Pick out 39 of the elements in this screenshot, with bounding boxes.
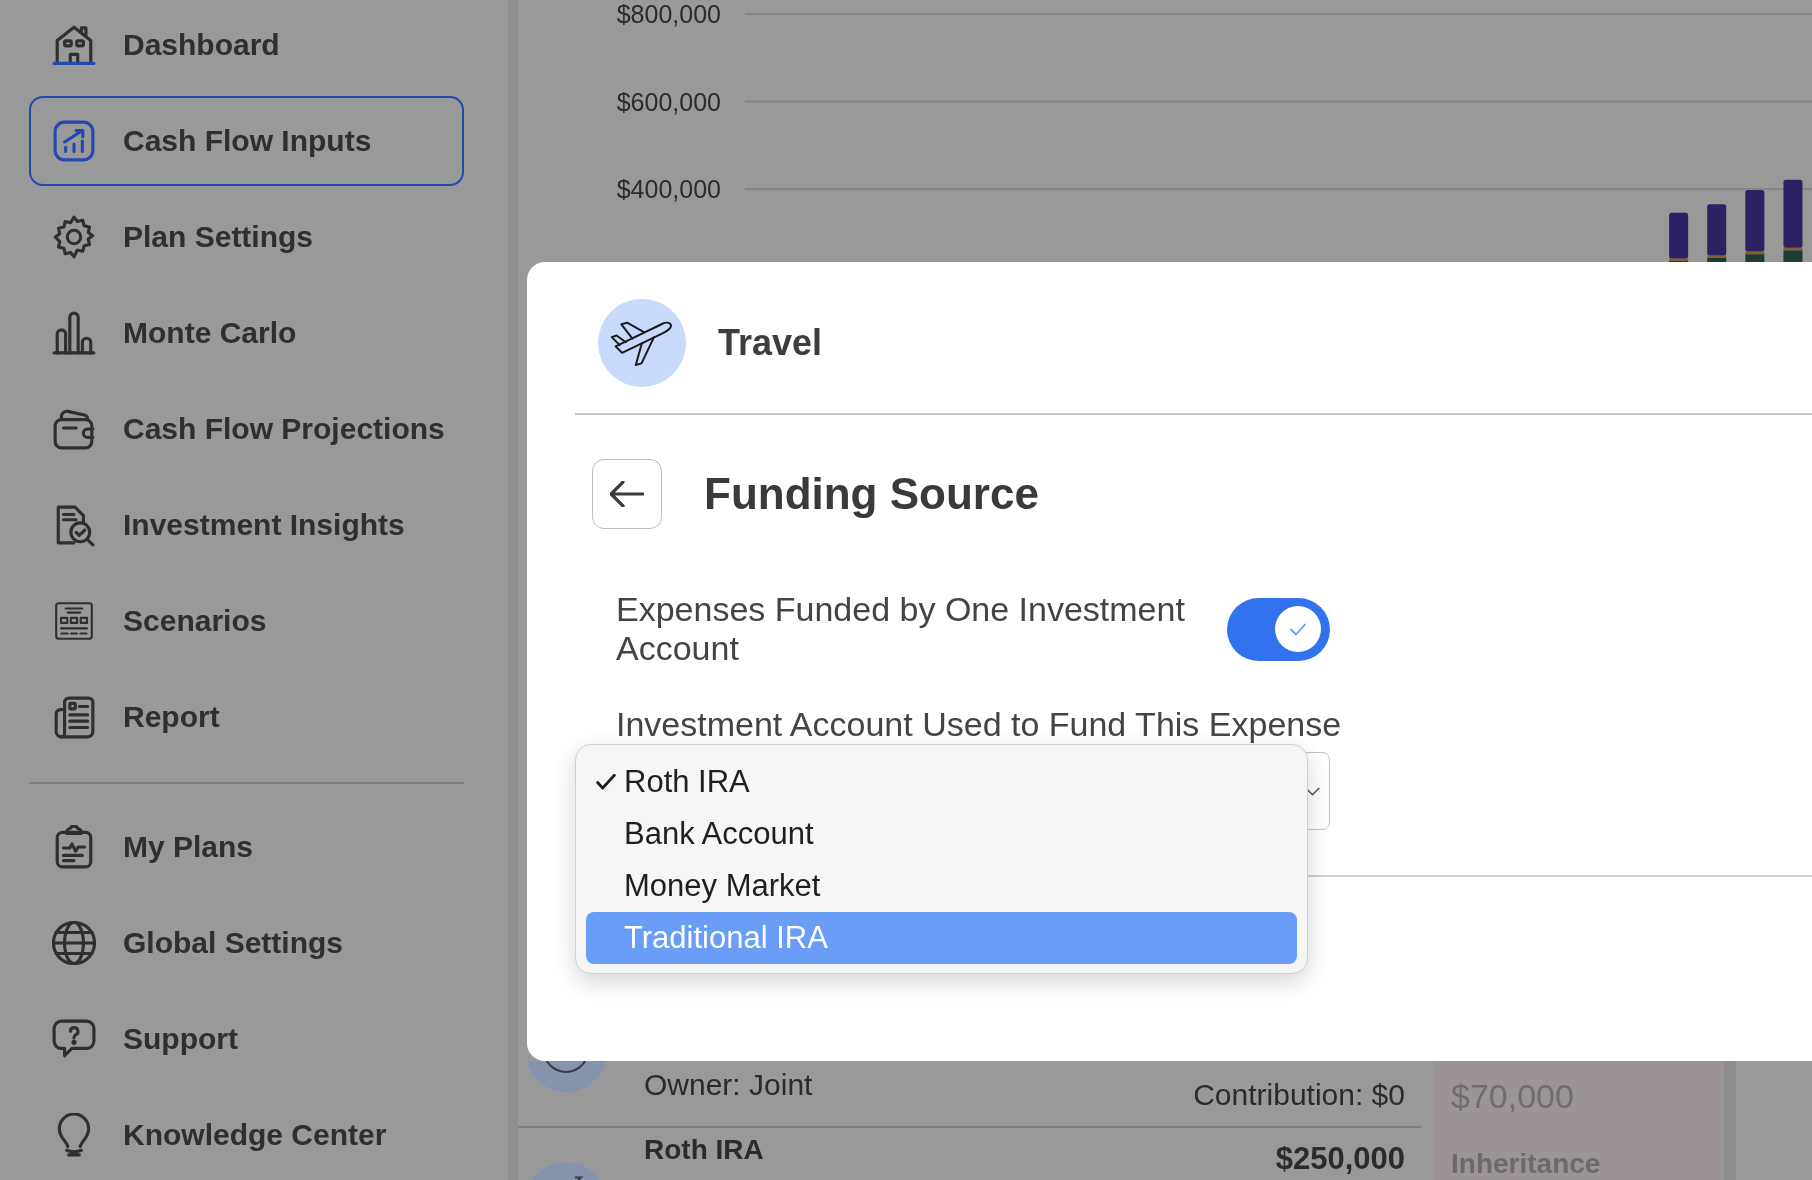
bar-chart-icon — [52, 311, 96, 355]
axis-label: $800,000 — [616, 0, 721, 28]
newspaper-icon — [52, 695, 96, 739]
axis-label: $600,000 — [616, 87, 721, 116]
sidebar-item[interactable]: Plan Settings — [29, 192, 464, 282]
sidebar-item[interactable]: Support — [29, 994, 464, 1084]
check-icon — [1275, 606, 1321, 652]
dropdown-option[interactable]: Bank Account — [586, 808, 1297, 860]
table-icon — [52, 599, 96, 643]
dropdown-option[interactable]: Traditional IRA — [586, 912, 1297, 964]
field-label: Investment Account Used to Fund This Expense — [616, 705, 1342, 744]
contribution-amount: Contribution: $0 — [1193, 1078, 1405, 1112]
airplane-icon — [598, 299, 686, 387]
dropdown-option[interactable]: Roth IRA — [586, 756, 1297, 808]
left-arrow-icon — [610, 481, 644, 507]
sidebar-item[interactable]: Scenarios — [29, 576, 464, 666]
account-name: Roth IRA — [644, 1134, 764, 1166]
gear-icon — [52, 215, 96, 259]
sidebar-item[interactable]: My Plans — [29, 802, 464, 892]
sidebar-item[interactable]: Knowledge Center — [29, 1090, 464, 1180]
account-owner: Owner: Joint — [644, 1068, 813, 1102]
account-balance: $250,000 — [1275, 1143, 1405, 1175]
dropdown-option[interactable]: Money Market — [586, 860, 1297, 912]
sidebar-item[interactable]: Global Settings — [29, 898, 464, 988]
toggle-label: Expenses Funded by One Investment Account — [616, 590, 1186, 668]
sidebar-item[interactable]: Cash Flow Inputs — [29, 96, 464, 186]
axis-label: $400,000 — [616, 175, 721, 203]
dialog-title: Travel — [718, 322, 823, 364]
globe-icon — [52, 921, 96, 965]
sidebar-item[interactable]: Cash Flow Projections — [29, 384, 464, 474]
sidebar-item[interactable]: Report — [29, 672, 464, 762]
sidebar-item[interactable]: Dashboard — [29, 0, 464, 90]
back-button[interactable] — [592, 459, 662, 529]
wallet-icon — [52, 407, 96, 451]
growth-chart-icon — [52, 119, 96, 163]
sidebar-item[interactable]: Monte Carlo — [29, 288, 464, 378]
section-title: Funding Source — [704, 469, 1039, 519]
house-icon — [52, 23, 96, 67]
sidebar-item[interactable]: Investment Insights — [29, 480, 464, 570]
